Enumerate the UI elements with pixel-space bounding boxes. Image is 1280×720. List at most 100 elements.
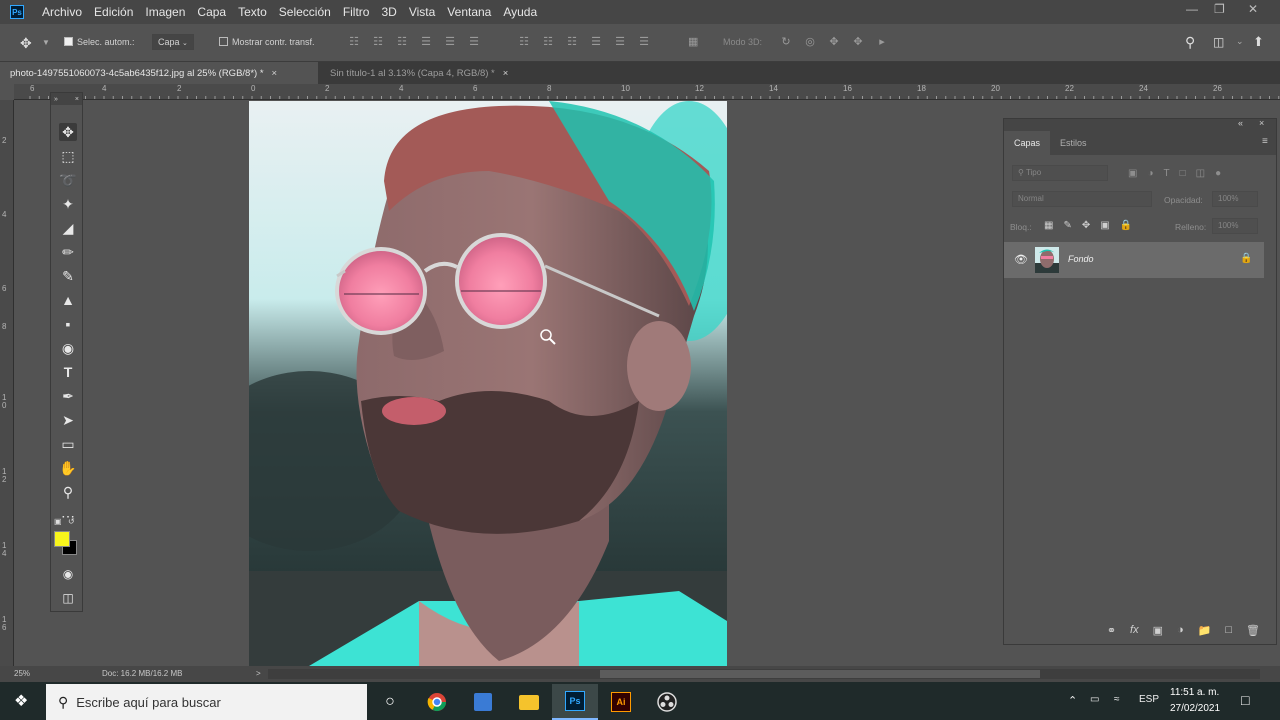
share-icon[interactable]: ⬆ <box>1253 34 1264 50</box>
screen-mode-icon[interactable]: ◫ <box>59 589 77 607</box>
distribute-right-icon[interactable]: ☰ <box>638 35 650 49</box>
distribute-top-icon[interactable]: ☷ <box>518 35 530 49</box>
menu-imagen[interactable]: Imagen <box>145 5 185 19</box>
status-menu-arrow-icon[interactable]: > <box>256 669 261 678</box>
swap-colors-icon[interactable]: ↺ <box>68 517 75 526</box>
battery-icon[interactable]: ▭ <box>1090 694 1099 705</box>
new-group-icon[interactable]: 📁 <box>1198 624 1212 637</box>
pen-tool-icon[interactable]: ✒ <box>59 387 77 405</box>
link-layers-icon[interactable]: ⚭ <box>1107 624 1116 637</box>
chrome-icon[interactable] <box>414 684 460 720</box>
lock-artboard-icon[interactable]: ▣ <box>1100 220 1109 231</box>
document-canvas[interactable] <box>249 101 727 666</box>
clock-time[interactable]: 11:51 a. m. <box>1170 687 1219 698</box>
opacity-field[interactable]: 100% <box>1212 191 1258 207</box>
tray-chevron-icon[interactable]: ⌃ <box>1068 694 1077 707</box>
close-icon[interactable]: × <box>272 68 278 79</box>
path-selection-tool-icon[interactable]: ➤ <box>59 411 77 429</box>
fill-field[interactable]: 100% <box>1212 218 1258 234</box>
workspace-chevron-icon[interactable]: ⌄ <box>1236 36 1244 47</box>
lasso-tool-icon[interactable]: ➰ <box>59 171 77 189</box>
filter-toggle-icon[interactable]: ● <box>1215 168 1221 179</box>
hand-tool-icon[interactable]: ✋ <box>59 459 77 477</box>
brush-tool-icon[interactable]: ✎ <box>59 267 77 285</box>
close-icon[interactable]: × <box>1259 118 1264 128</box>
marquee-tool-icon[interactable]: ⬚ <box>59 147 77 165</box>
align-hcenter-icon[interactable]: ☰ <box>444 35 456 49</box>
menu-seleccion[interactable]: Selección <box>279 5 331 19</box>
taskbar-search-box[interactable]: ⚲ Escribe aquí para buscar <box>46 684 367 720</box>
menu-texto[interactable]: Texto <box>238 5 267 19</box>
workspace-icon[interactable]: ◫ <box>1213 35 1224 49</box>
wifi-icon[interactable]: ≈ <box>1114 694 1120 705</box>
close-window-icon[interactable]: ✕ <box>1248 2 1258 16</box>
3d-slide-icon[interactable]: ✥ <box>852 35 864 49</box>
tab-untitled-document[interactable]: Sin título-1 al 3.13% (Capa 4, RGB/8) * … <box>320 62 518 84</box>
3d-scale-icon[interactable]: ▸ <box>876 35 888 49</box>
restore-icon[interactable]: ❐ <box>1214 2 1225 16</box>
obs-icon[interactable] <box>644 684 690 720</box>
distribute-bottom-icon[interactable]: ☷ <box>566 35 578 49</box>
adjustment-layer-icon[interactable]: ◑ <box>1177 624 1184 636</box>
task-view-icon[interactable]: ○ <box>367 684 413 720</box>
layer-filter-dropdown[interactable]: ⚲ Tipo <box>1012 165 1108 181</box>
magic-wand-tool-icon[interactable]: ✦ <box>59 195 77 213</box>
menu-vista[interactable]: Vista <box>409 5 435 19</box>
new-layer-icon[interactable]: □ <box>1225 624 1232 636</box>
scrollbar-thumb[interactable] <box>600 670 1040 678</box>
menu-filtro[interactable]: Filtro <box>343 5 370 19</box>
zoom-tool-icon[interactable]: ⚲ <box>59 483 77 501</box>
close-icon[interactable]: × <box>503 68 509 79</box>
3d-roll-icon[interactable]: ◎ <box>804 35 816 49</box>
layer-row-fondo[interactable]: 👁 Fondo 🔒 <box>1004 242 1264 278</box>
align-right-icon[interactable]: ☰ <box>468 35 480 49</box>
show-transform-checkbox[interactable]: Mostrar contr. transf. <box>219 37 315 47</box>
eyedropper-tool-icon[interactable]: ✏ <box>59 243 77 261</box>
file-explorer-icon[interactable] <box>506 684 552 720</box>
photoshop-taskbar-icon[interactable]: Ps <box>552 684 598 720</box>
auto-select-target-dropdown[interactable]: Capa ⌄ <box>152 34 194 50</box>
clock-date[interactable]: 27/02/2021 <box>1170 703 1220 714</box>
eye-visibility-icon[interactable]: 👁 <box>1014 253 1028 266</box>
auto-align-icon[interactable]: ▦ <box>688 35 698 48</box>
collapse-icon[interactable]: » <box>54 96 58 103</box>
zoom-level[interactable]: 25% <box>14 669 30 678</box>
smart-object-filter-icon[interactable]: ◫ <box>1196 168 1205 179</box>
stamp-tool-icon[interactable]: ▲ <box>59 291 77 309</box>
distribute-hcenter-icon[interactable]: ☰ <box>614 35 626 49</box>
tab-estilos[interactable]: Estilos <box>1050 131 1097 155</box>
type-tool-icon[interactable]: T <box>59 363 77 381</box>
collapse-icon[interactable]: « <box>1238 118 1243 128</box>
menu-ventana[interactable]: Ventana <box>447 5 491 19</box>
menu-edicion[interactable]: Edición <box>94 5 133 19</box>
move-tool-icon[interactable]: ✥ <box>59 123 77 141</box>
adjustment-filter-icon[interactable]: ◑ <box>1147 168 1153 179</box>
tab-capas[interactable]: Capas <box>1004 131 1051 155</box>
distribute-left-icon[interactable]: ☰ <box>590 35 602 49</box>
add-mask-icon[interactable]: ▣ <box>1153 624 1163 637</box>
menu-archivo[interactable]: Archivo <box>42 5 82 19</box>
fx-icon[interactable]: fx <box>1130 624 1139 636</box>
language-indicator[interactable]: ESP <box>1139 694 1159 705</box>
minimize-icon[interactable]: — <box>1186 2 1198 16</box>
photos-app-icon[interactable] <box>460 684 506 720</box>
trash-icon[interactable]: 🗑 <box>1246 624 1260 637</box>
3d-pan-icon[interactable]: ✥ <box>828 35 840 49</box>
panel-menu-icon[interactable]: ≡ <box>1262 136 1268 147</box>
horizontal-scrollbar[interactable] <box>268 669 1260 679</box>
shape-filter-icon[interactable]: □ <box>1180 168 1186 179</box>
align-bottom-icon[interactable]: ☷ <box>396 35 408 49</box>
rectangle-tool-icon[interactable]: ▭ <box>59 435 77 453</box>
lock-position-icon[interactable]: ✥ <box>1082 220 1090 231</box>
move-tool-icon[interactable]: ✥ <box>20 35 32 52</box>
menu-3d[interactable]: 3D <box>381 5 396 19</box>
3d-rotate-icon[interactable]: ↻ <box>780 35 792 49</box>
align-top-icon[interactable]: ☷ <box>348 35 360 49</box>
notifications-icon[interactable]: □ <box>1241 692 1249 708</box>
tool-preset-chevron-icon[interactable]: ▼ <box>42 38 50 47</box>
lock-pixels-icon[interactable]: ✎ <box>1063 220 1071 231</box>
illustrator-taskbar-icon[interactable]: Ai <box>598 684 644 720</box>
foreground-color-swatch[interactable] <box>54 531 70 547</box>
menu-capa[interactable]: Capa <box>197 5 226 19</box>
image-filter-icon[interactable]: ▣ <box>1128 168 1137 179</box>
